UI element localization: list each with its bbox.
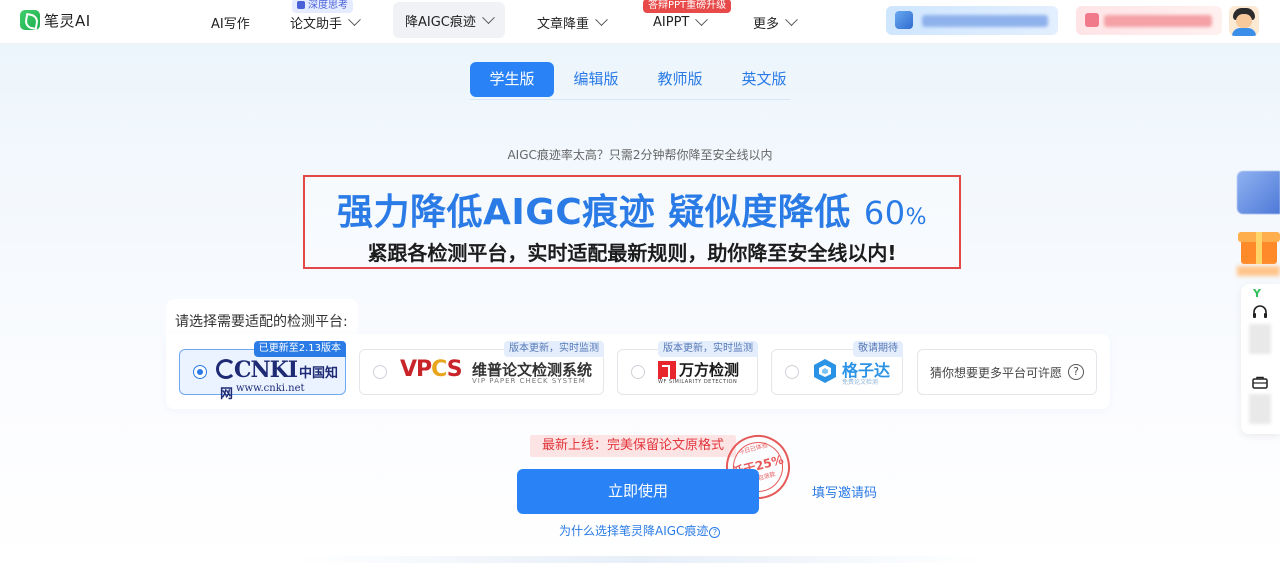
tab-teacher[interactable]: 教师版 <box>638 62 722 97</box>
avatar-face <box>1236 14 1252 28</box>
use-now-button[interactable]: 立即使用 <box>517 469 759 514</box>
gezida-cube-icon <box>814 359 836 383</box>
headset-icon[interactable] <box>1252 305 1268 319</box>
hero-highlight-box: 强力降低AIGC痕迹 疑似度降低 60% 紧跟各检测平台，实时适配最新规则，助你… <box>303 175 961 269</box>
tab-english[interactable]: 英文版 <box>722 62 806 97</box>
brain-icon <box>297 1 305 9</box>
question-icon: ? <box>709 527 721 538</box>
feather-logo-icon <box>20 10 40 30</box>
badge-text: 深度思考 <box>308 0 348 11</box>
side-tool-panel: Y <box>1241 284 1280 434</box>
wanfang-name: 万方检测 <box>679 361 740 379</box>
membership-icon <box>895 11 913 29</box>
wanfang-english: WF SIMILARITY DETECTION <box>658 379 738 385</box>
gezida-logo: 格子达 免费论文检测 <box>812 358 890 386</box>
wanfang-logo: 万方检测 WF SIMILARITY DETECTION <box>658 359 740 385</box>
hero-title: 强力降低AIGC痕迹 疑似度降低 60% <box>305 183 959 235</box>
nav-label: AI写作 <box>211 16 250 32</box>
chevron-down-icon <box>348 12 361 26</box>
nav-article-dedup[interactable]: 文章降重 <box>537 0 608 44</box>
cnki-logo: CNKI 中国知网 www.cnki.net <box>216 357 345 402</box>
nav-label: 降AIGC痕迹 <box>405 14 476 30</box>
nav-label: 更多 <box>753 16 780 32</box>
platform-radio[interactable] <box>631 365 645 379</box>
redacted-text <box>922 15 1048 27</box>
chevron-down-icon <box>695 12 709 26</box>
membership-pill[interactable] <box>886 6 1058 35</box>
brand-name: 笔灵AI <box>44 11 91 30</box>
hero-subtitle: AIGC痕迹率太高？只需2分钟帮你降至安全线以内 <box>507 148 773 162</box>
redacted-text <box>1104 15 1212 27</box>
vpcs-logo: VPCS 维普论文检测系统 VIP PAPER CHECK SYSTEM <box>400 357 592 385</box>
account-pill[interactable] <box>1076 6 1222 35</box>
update-tag: 版本更新，实时监测 <box>658 341 758 357</box>
platform-radio[interactable] <box>193 365 207 379</box>
redacted-text <box>1249 324 1271 354</box>
gezida-sub: 免费论文检测 <box>842 379 879 386</box>
chevron-down-icon <box>785 12 798 26</box>
nav-more[interactable]: 更多 <box>753 0 798 44</box>
nav-label: 文章降重 <box>537 16 590 32</box>
side-promo-thumbnail[interactable] <box>1237 171 1280 214</box>
gift-ribbon <box>1256 232 1262 264</box>
update-tag: 版本更新，实时监测 <box>504 341 604 357</box>
deep-thinking-badge: 深度思考 <box>292 0 353 13</box>
avatar-shirt <box>1232 28 1256 36</box>
chevron-down-icon <box>595 12 608 26</box>
invite-code-link[interactable]: 填写邀请码 <box>812 482 877 501</box>
platform-option-vpcs[interactable]: 版本更新，实时监测 VPCS 维普论文检测系统 VIP PAPER CHECK … <box>359 341 604 395</box>
coming-soon-tag: 敬请期待 <box>853 341 903 357</box>
vpcs-english-name: VIP PAPER CHECK SYSTEM <box>472 377 586 385</box>
platform-option-cnki[interactable]: 已更新至2.13版本 CNKI 中国知网 www.cnki.net <box>179 341 346 402</box>
nav-label: AIPPT <box>653 14 690 30</box>
why-text: 为什么选择笔灵降AIGC痕迹 <box>559 524 709 538</box>
cnki-swoosh-icon <box>216 359 236 379</box>
percent-sign: % <box>905 205 927 230</box>
nav-aippt[interactable]: 答辩PPT重磅升级 AIPPT <box>643 0 732 44</box>
platform-option-gezida[interactable]: 敬请期待 格子达 免费论文检测 <box>771 341 903 395</box>
version-tag: 已更新至2.13版本 <box>253 341 346 357</box>
nav-ai-writing[interactable]: AI写作 <box>211 0 250 44</box>
platform-option-wanfang[interactable]: 版本更新，实时监测 万方检测 WF SIMILARITY DETECTION <box>617 341 758 395</box>
platform-radio[interactable] <box>785 365 799 379</box>
account-icon <box>1085 13 1099 27</box>
hero-percent: 60% <box>864 194 927 232</box>
hero-description: 紧跟各检测平台，实时适配最新规则，助你降至安全线以内! <box>367 241 897 265</box>
ppt-upgrade-badge: 答辩PPT重磅升级 <box>643 0 732 13</box>
cnki-url: www.cnki.net <box>236 383 305 394</box>
wish-text: 猜你想要更多平台可许愿 <box>930 366 1063 380</box>
hero-title-text: 强力降低AIGC痕迹 疑似度降低 <box>337 192 851 233</box>
nav-paper-assistant[interactable]: 深度思考 论文助手 <box>290 0 361 44</box>
cnki-wordmark: CNKI <box>234 357 298 383</box>
redacted-text <box>1249 394 1271 424</box>
platform-label: 请选择需要适配的检测平台: <box>166 299 358 339</box>
why-choose-link[interactable]: 为什么选择笔灵降AIGC痕迹? <box>559 522 721 539</box>
bottom-divider <box>296 556 982 563</box>
redacted-text <box>1237 266 1280 276</box>
tabs-divider <box>470 99 790 100</box>
top-navigation-bar: 笔灵AI AI写作 深度思考 论文助手 降AIGC痕迹 文章降重 答辩PPT重磅… <box>0 0 1280 44</box>
chevron-down-icon <box>482 10 495 24</box>
percent-value: 60 <box>863 194 906 232</box>
user-avatar[interactable] <box>1229 6 1259 36</box>
vpcs-wordmark: VPCS <box>400 357 463 382</box>
wps-y-icon[interactable]: Y <box>1253 287 1261 300</box>
tab-editor[interactable]: 编辑版 <box>554 62 638 97</box>
platform-wish-option[interactable]: 猜你想要更多平台可许愿 ? <box>917 349 1097 395</box>
tab-student[interactable]: 学生版 <box>470 62 554 97</box>
question-icon[interactable]: ? <box>1068 364 1084 380</box>
nav-label: 论文助手 <box>290 16 343 32</box>
briefcase-icon[interactable] <box>1252 376 1268 389</box>
gift-icon[interactable] <box>1237 226 1280 276</box>
platform-radio[interactable] <box>373 365 387 379</box>
nav-reduce-aigc[interactable]: 降AIGC痕迹 <box>393 2 505 38</box>
new-feature-notice: 最新上线：完美保留论文原格式 <box>530 435 737 457</box>
wanfang-mark-icon <box>658 360 676 379</box>
brand-logo[interactable]: 笔灵AI <box>20 9 91 31</box>
